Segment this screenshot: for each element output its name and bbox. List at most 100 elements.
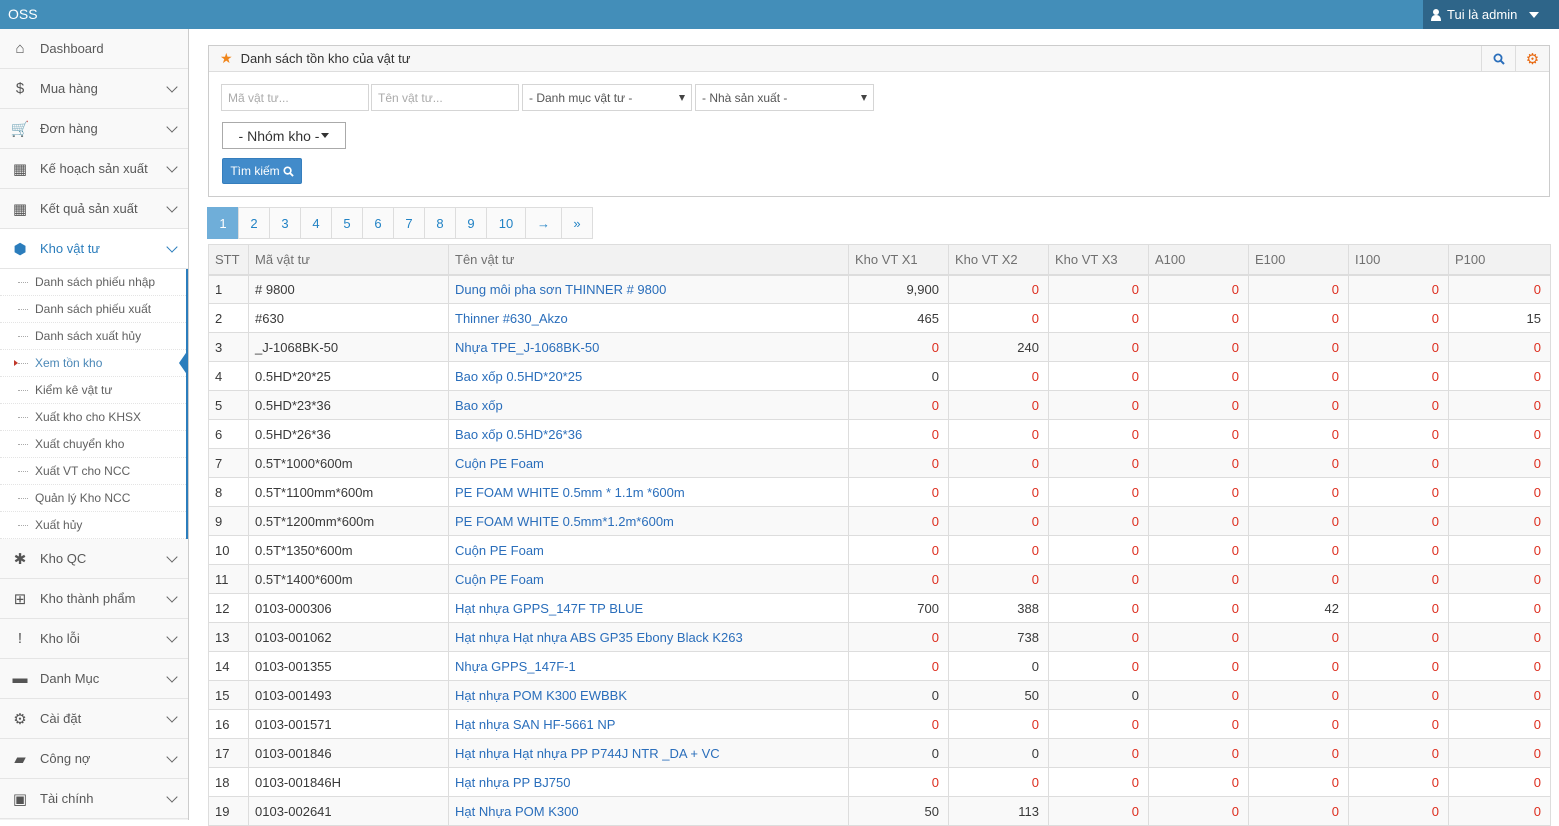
page-link[interactable]: 8 xyxy=(424,207,456,239)
name-input[interactable]: Tên vật tư... xyxy=(371,84,519,111)
material-name-link[interactable]: PE FOAM WHITE 0.5mm*1.2m*600m xyxy=(448,506,849,536)
stock-cell: 0 xyxy=(948,419,1049,449)
material-name-link[interactable]: PE FOAM WHITE 0.5mm * 1.1m *600m xyxy=(448,477,849,507)
material-name-link[interactable]: Bao xốp 0.5HD*20*25 xyxy=(448,361,849,391)
cart-icon: 🛒 xyxy=(10,120,30,138)
submenu-item[interactable]: Kiểm kê vật tư xyxy=(0,377,186,404)
stock-cell: 0 xyxy=(1348,564,1449,594)
material-name-link[interactable]: Hạt nhựa PP BJ750 xyxy=(448,767,849,797)
material-name-link[interactable]: Hạt nhựa SAN HF-5661 NP xyxy=(448,709,849,739)
stock-cell: 0 xyxy=(1448,680,1551,710)
column-header[interactable]: Mã vật tư xyxy=(248,244,449,276)
page-link[interactable]: 6 xyxy=(362,207,394,239)
money-icon: ▣ xyxy=(12,790,28,808)
widget-header: ★ Danh sách tồn kho của vật tư ⚙ xyxy=(209,46,1549,72)
settings-button[interactable]: ⚙ xyxy=(1515,46,1549,72)
submenu-item[interactable]: Xuất chuyển kho xyxy=(0,431,186,458)
material-name-link[interactable]: Hạt nhựa Hạt nhựa ABS GP35 Ebony Black K… xyxy=(448,622,849,652)
column-header[interactable]: P100 xyxy=(1448,244,1551,276)
category-select[interactable]: - Danh mục vật tư - xyxy=(522,84,692,111)
calendar-icon: ▦ xyxy=(12,200,28,218)
page-link[interactable]: 4 xyxy=(300,207,332,239)
stock-cell: 0 xyxy=(1048,796,1149,826)
search-toggle-button[interactable] xyxy=(1481,46,1515,72)
chevron-down-icon xyxy=(166,121,178,133)
stock-cell: 113 xyxy=(948,796,1049,826)
submenu-item[interactable]: Xuất VT cho NCC xyxy=(0,458,186,485)
caret-down-icon xyxy=(321,133,330,138)
stock-cell: 0 xyxy=(948,564,1049,594)
material-name-link[interactable]: Nhựa GPPS_147F-1 xyxy=(448,651,849,681)
material-name-link[interactable]: Bao xốp 0.5HD*26*36 xyxy=(448,419,849,449)
material-name-link[interactable]: Hạt nhựa POM K300 EWBBK xyxy=(448,680,849,710)
sidebar-item-kho-qc[interactable]: ✱ Kho QC xyxy=(0,539,188,579)
column-header[interactable]: STT xyxy=(208,244,249,276)
page-link[interactable]: » xyxy=(561,207,593,239)
sidebar-item-cong-no[interactable]: ▰ Công nợ xyxy=(0,739,188,779)
submenu-item[interactable]: Danh sách phiếu xuất xyxy=(0,296,186,323)
submenu-item[interactable]: Xuất hủy xyxy=(0,512,186,539)
stock-cell: 0 xyxy=(1048,477,1149,507)
material-name-link[interactable]: Hạt nhựa GPPS_147F TP BLUE xyxy=(448,593,849,623)
material-name-link[interactable]: Cuộn PE Foam xyxy=(448,564,849,594)
table-row: 12 0103-000306 Hạt nhựa GPPS_147F TP BLUE 7… xyxy=(208,593,1551,623)
sidebar-item-kho-vat-tu[interactable]: ⬢ Kho vật tư xyxy=(0,229,188,269)
search-button[interactable]: Tìm kiếm xyxy=(222,158,302,184)
material-name-link[interactable]: Dung môi pha sơn THINNER # 9800 xyxy=(448,274,849,304)
sidebar-item-tai-chinh[interactable]: ▣ Tài chính xyxy=(0,779,188,819)
material-name-link[interactable]: Cuộn PE Foam xyxy=(448,448,849,478)
row-index-cell: 18 xyxy=(208,767,249,797)
page-link[interactable]: 1 xyxy=(207,207,239,239)
submenu-item[interactable]: Xuất kho cho KHSX xyxy=(0,404,186,431)
stock-cell: 0 xyxy=(1248,448,1349,478)
material-name-link[interactable]: Bao xốp xyxy=(448,390,849,420)
sidebar-item-ket-qua-san-xuat[interactable]: ▦ Kết quả sản xuất xyxy=(0,189,188,229)
material-name-link[interactable]: Nhựa TPE_J-1068BK-50 xyxy=(448,332,849,362)
column-header[interactable]: Kho VT X1 xyxy=(848,244,949,276)
sidebar-item-dashboard[interactable]: ⌂ Dashboard xyxy=(0,29,188,69)
page-link[interactable]: 9 xyxy=(455,207,487,239)
material-name-link[interactable]: Hạt Nhựa POM K300 xyxy=(448,796,849,826)
sidebar-item-kho-loi[interactable]: ! Kho lỗi xyxy=(0,619,188,659)
stock-cell: 240 xyxy=(948,332,1049,362)
material-name-link[interactable]: Cuộn PE Foam xyxy=(448,535,849,565)
page-link[interactable]: 3 xyxy=(269,207,301,239)
material-name-link[interactable]: Thinner #630_Akzo xyxy=(448,303,849,333)
submenu-item[interactable]: Xem tồn kho xyxy=(0,350,188,377)
column-header[interactable]: E100 xyxy=(1248,244,1349,276)
page-link[interactable]: 2 xyxy=(238,207,270,239)
manufacturer-select[interactable]: - Nhà sản xuất - xyxy=(695,84,874,111)
sidebar-item-mua-hang[interactable]: $ Mua hàng xyxy=(0,69,188,109)
material-code-cell: 0.5T*1350*600m xyxy=(248,535,449,565)
submenu-item[interactable]: Quản lý Kho NCC xyxy=(0,485,186,512)
sidebar-item-ke-hoach-san-xuat[interactable]: ▦ Kế hoạch sản xuất xyxy=(0,149,188,189)
sidebar-item-cai-dat[interactable]: ⚙ Cài đặt xyxy=(0,699,188,739)
pagination: 1 2 3 4 5 6 7 8 9 10 →» xyxy=(207,207,593,239)
submenu-item[interactable]: Danh sách phiếu nhập xyxy=(0,269,186,296)
user-menu[interactable]: Tui là admin xyxy=(1423,0,1559,29)
sidebar-item-danh-muc[interactable]: ▬ Danh Mục xyxy=(0,659,188,699)
sidebar-item-kho-thanh-pham[interactable]: ⊞ Kho thành phẩm xyxy=(0,579,188,619)
stock-cell: 0 xyxy=(1048,593,1149,623)
sidebar-item-don-hang[interactable]: 🛒 Đơn hàng xyxy=(0,109,188,149)
stock-cell: 0 xyxy=(848,506,949,536)
column-header[interactable]: I100 xyxy=(1348,244,1449,276)
column-header[interactable]: A100 xyxy=(1148,244,1249,276)
column-header[interactable]: Kho VT X3 xyxy=(1048,244,1149,276)
column-header[interactable]: Tên vật tư xyxy=(448,244,849,276)
page-link[interactable]: → xyxy=(525,207,562,239)
submenu-item[interactable]: Danh sách xuất hủy xyxy=(0,323,186,350)
warehouse-group-dropdown[interactable]: - Nhóm kho - xyxy=(222,122,346,149)
app-brand[interactable]: OSS xyxy=(8,6,38,22)
material-name-link[interactable]: Hạt nhựa Hạt nhựa PP P744J NTR _DA + VC xyxy=(448,738,849,768)
row-index-cell: 7 xyxy=(208,448,249,478)
dropdown-arrow-icon xyxy=(861,95,867,101)
star-icon: ★ xyxy=(220,50,233,66)
code-input[interactable]: Mã vật tư... xyxy=(221,84,369,111)
stock-cell: 0 xyxy=(948,651,1049,681)
page-link[interactable]: 10 xyxy=(486,207,526,239)
page-link[interactable]: 5 xyxy=(331,207,363,239)
page-link[interactable]: 7 xyxy=(393,207,425,239)
stock-cell: 0 xyxy=(1048,622,1149,652)
column-header[interactable]: Kho VT X2 xyxy=(948,244,1049,276)
